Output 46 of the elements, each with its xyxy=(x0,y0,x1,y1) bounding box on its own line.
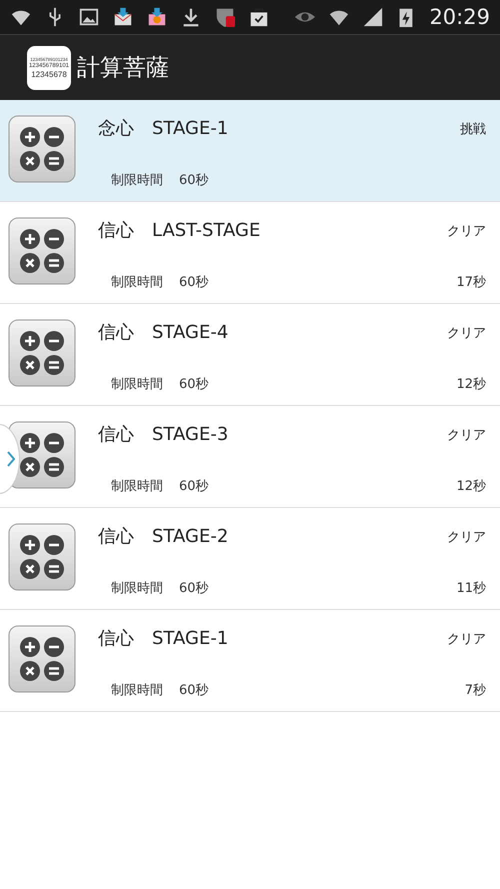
clock: 20:29 xyxy=(429,5,490,29)
time-limit: 60秒 xyxy=(179,274,209,291)
calculator-icon xyxy=(8,115,76,183)
stage-status: クリア xyxy=(447,529,486,546)
time-limit: 60秒 xyxy=(179,580,209,597)
stage-status: クリア xyxy=(447,631,486,648)
time-limit: 60秒 xyxy=(179,172,209,189)
stage-title: 信心 STAGE-4 xyxy=(98,321,228,344)
stage-title: 信心 STAGE-1 xyxy=(98,627,228,650)
stage-title: 信心 LAST-STAGE xyxy=(98,219,260,242)
stage-status: クリア xyxy=(447,325,486,342)
mail-icon xyxy=(146,6,168,28)
stage-status: 挑戦 xyxy=(460,121,486,138)
image-icon xyxy=(78,6,100,28)
clear-time: 12秒 xyxy=(456,376,486,393)
time-limit: 60秒 xyxy=(179,682,209,699)
time-limit-label: 制限時間 xyxy=(111,376,163,393)
time-limit-label: 制限時間 xyxy=(111,172,163,189)
time-limit-label: 制限時間 xyxy=(111,478,163,495)
calculator-icon xyxy=(8,523,76,591)
app-title: 計算菩薩 xyxy=(77,54,169,83)
time-limit-label: 制限時間 xyxy=(111,682,163,699)
time-limit: 60秒 xyxy=(179,376,209,393)
shield-icon xyxy=(214,6,236,28)
calculator-icon xyxy=(8,217,76,285)
stage-title: 信心 STAGE-3 xyxy=(98,423,228,446)
stage-item[interactable]: 念心 STAGE-1 挑戦 制限時間 60秒 xyxy=(0,100,500,202)
chevron-icon xyxy=(7,451,15,467)
calculator-icon xyxy=(8,625,76,693)
stage-title: 信心 STAGE-2 xyxy=(98,525,228,548)
stage-title: 念心 STAGE-1 xyxy=(98,117,228,140)
calculator-icon xyxy=(8,421,76,489)
mail-icon xyxy=(112,6,134,28)
stage-status: クリア xyxy=(447,427,486,444)
time-limit: 60秒 xyxy=(179,478,209,495)
clear-time: 12秒 xyxy=(456,478,486,495)
bag-icon xyxy=(248,6,270,28)
time-limit-label: 制限時間 xyxy=(111,274,163,291)
signal-icon xyxy=(362,6,384,28)
logo-text: 12345678 xyxy=(31,70,67,78)
clear-time: 11秒 xyxy=(456,580,486,597)
calculator-icon xyxy=(8,319,76,387)
clear-time: 7秒 xyxy=(464,682,486,699)
time-limit-label: 制限時間 xyxy=(111,580,163,597)
stage-status: クリア xyxy=(447,223,486,240)
clear-time: 17秒 xyxy=(456,274,486,291)
